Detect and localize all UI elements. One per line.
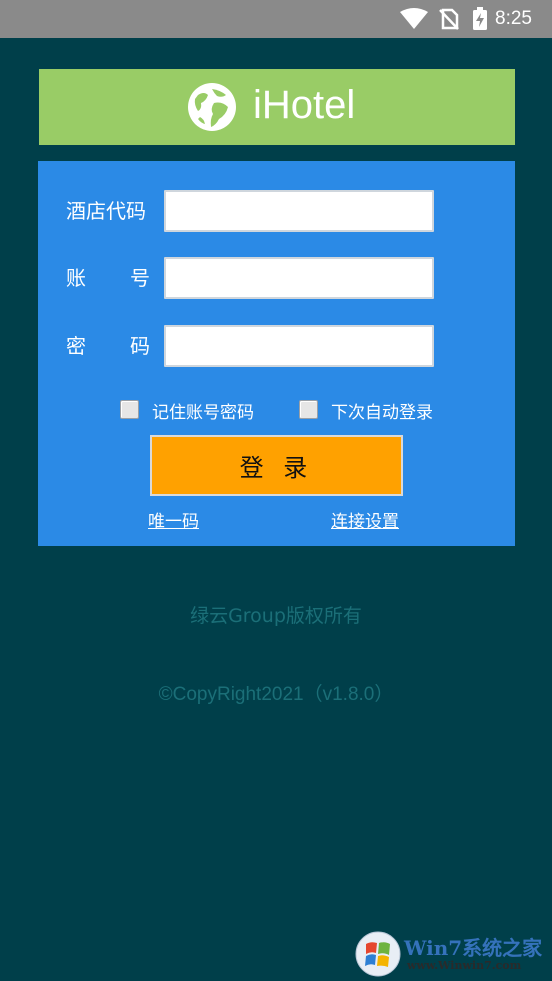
windows-logo-icon bbox=[355, 931, 401, 981]
account-label: 账 号 bbox=[66, 266, 150, 290]
hotel-code-input[interactable] bbox=[164, 190, 434, 232]
password-label-char-1: 密 bbox=[66, 334, 86, 358]
app-name: iHotel bbox=[253, 83, 356, 127]
watermark-title: Win7系统之家 bbox=[404, 936, 543, 960]
password-label-char-2: 码 bbox=[130, 334, 150, 358]
unique-code-link[interactable]: 唯一码 bbox=[148, 511, 199, 533]
account-label-char-1: 账 bbox=[66, 266, 86, 290]
watermark-url: www.Winwin7.com bbox=[407, 959, 522, 972]
login-button[interactable]: 登 录 bbox=[150, 435, 403, 496]
globe-icon bbox=[186, 81, 238, 137]
connection-settings-link[interactable]: 连接设置 bbox=[331, 511, 399, 533]
auto-login-checkbox[interactable] bbox=[299, 400, 318, 419]
password-input[interactable] bbox=[164, 325, 434, 367]
watermark: Win7系统之家 www.Winwin7.com bbox=[352, 930, 552, 981]
password-label: 密 码 bbox=[66, 334, 150, 358]
hotel-code-label: 酒店代码 bbox=[66, 199, 146, 223]
login-form: 酒店代码 账 号 密 码 记住账号密码 下次自动登录 登 录 唯一码 连接设置 bbox=[38, 161, 515, 546]
remember-label: 记住账号密码 bbox=[152, 403, 254, 423]
battery-charging-icon bbox=[472, 7, 488, 35]
remember-credentials-option[interactable]: 记住账号密码 bbox=[120, 395, 254, 424]
copyright-text: ©CopyRight2021（v1.8.0） bbox=[158, 684, 394, 705]
auto-login-label: 下次自动登录 bbox=[331, 403, 433, 423]
account-input[interactable] bbox=[164, 257, 434, 299]
account-label-char-2: 号 bbox=[130, 266, 150, 290]
wifi-icon bbox=[400, 8, 428, 34]
auto-login-option[interactable]: 下次自动登录 bbox=[299, 395, 433, 424]
app-banner: iHotel bbox=[39, 69, 515, 145]
remember-checkbox[interactable] bbox=[120, 400, 139, 419]
owner-text: 绿云Group版权所有 bbox=[190, 605, 362, 627]
status-time: 8:25 bbox=[495, 8, 532, 29]
status-bar: 8:25 bbox=[0, 0, 552, 38]
no-sim-icon bbox=[438, 8, 460, 34]
